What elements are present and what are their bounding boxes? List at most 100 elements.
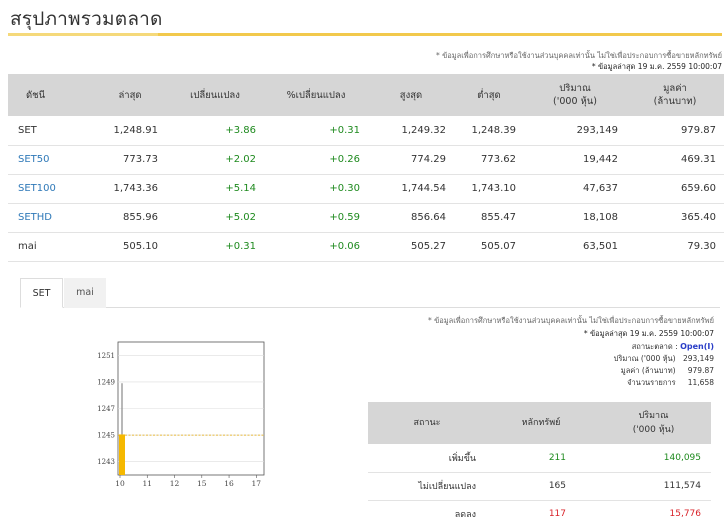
chart-x-tick-label: 17 <box>252 479 262 488</box>
col-status: สถานะ <box>368 402 486 444</box>
last-value: 855.96 <box>94 203 166 233</box>
top-updated: * ข้อมูลล่าสุด 19 ม.ค. 2559 10:00:07 <box>591 62 722 71</box>
high-value: 1,249.32 <box>368 116 454 146</box>
table-row: mai 505.10 +0.31 +0.06 505.27 505.07 63,501 79.… <box>8 232 724 262</box>
volume-value: 63,501 <box>524 232 626 262</box>
market-value-value: 979.87 <box>687 366 714 375</box>
volume-value: 18,108 <box>524 203 626 233</box>
value-value: 469.31 <box>626 145 724 175</box>
breadth-count: 211 <box>486 444 596 473</box>
table-row: SET100 1,743.36 +5.14 +0.30 1,744.54 1,743.10… <box>8 174 724 204</box>
breadth-status: ลดลง <box>368 500 486 524</box>
col-securities: หลักทรัพย์ <box>486 402 596 444</box>
chart-y-tick-label: 1247 <box>97 405 115 413</box>
value-value: 365.40 <box>626 203 724 233</box>
tab-mai[interactable]: mai <box>64 278 106 308</box>
chart-y-tick-label: 1249 <box>97 378 115 386</box>
page-title: สรุปภาพรวมตลาด <box>10 8 163 30</box>
market-volume-label: ปริมาณ ('000 หุ้น) <box>613 354 676 363</box>
low-value: 1,248.39 <box>454 116 524 146</box>
pct-change-value: +0.30 <box>264 174 368 204</box>
market-volume-value: 293,149 <box>682 354 714 363</box>
change-value: +3.86 <box>166 116 264 146</box>
table-row: SETHD 855.96 +5.02 +0.59 856.64 855.47 18,108 3… <box>8 203 724 233</box>
market-value-row: มูลค่า (ล้านบาท) 979.87 <box>621 365 714 377</box>
right-disclaimer: * ข้อมูลเพื่อการศึกษาหรือใช้งานส่วนบุคคล… <box>427 316 714 325</box>
low-value: 1,743.10 <box>454 174 524 204</box>
market-value-label: มูลค่า (ล้านบาท) <box>620 366 676 375</box>
chart-bar <box>119 434 125 475</box>
market-trades-value: 11,658 <box>687 378 714 387</box>
col-breadth-volume: ปริมาณ ('000 หุ้น) <box>596 402 711 444</box>
breadth-table: สถานะ หลักทรัพย์ ปริมาณ ('000 หุ้น) เพิ่ม… <box>368 402 711 524</box>
pct-change-value: +0.26 <box>264 145 368 175</box>
breadth-volume: 15,776 <box>596 500 711 524</box>
chart-x-tick-label: 11 <box>142 479 152 488</box>
value-value: 659.60 <box>626 174 724 204</box>
value-value: 79.30 <box>626 232 724 262</box>
change-value: +5.14 <box>166 174 264 204</box>
last-value: 773.73 <box>94 145 166 175</box>
breadth-table-header: สถานะ หลักทรัพย์ ปริมาณ ('000 หุ้น) <box>368 402 711 444</box>
intraday-chart: 1251 1249 1247 1245 1243 10 11 12 15 16 17 <box>83 334 273 494</box>
right-updated: * ข้อมูลล่าสุด 19 ม.ค. 2559 10:00:07 <box>583 329 714 338</box>
index-name[interactable]: SETHD <box>8 203 94 233</box>
index-name[interactable]: SET50 <box>8 145 94 175</box>
change-value: +2.02 <box>166 145 264 175</box>
high-value: 856.64 <box>368 203 454 233</box>
col-volume: ปริมาณ ('000 หุ้น) <box>524 74 626 116</box>
col-change: เปลี่ยนแปลง <box>166 74 264 116</box>
table-row: SET50 773.73 +2.02 +0.26 774.29 773.62 19,442 4… <box>8 145 724 175</box>
last-value: 1,248.91 <box>94 116 166 146</box>
low-value: 505.07 <box>454 232 524 262</box>
market-volume-row: ปริมาณ ('000 หุ้น) 293,149 <box>614 353 714 365</box>
title-underline <box>8 33 722 36</box>
breadth-volume: 111,574 <box>596 472 711 501</box>
market-status-value: Open(I) <box>680 342 714 351</box>
volume-value: 293,149 <box>524 116 626 146</box>
col-value: มูลค่า (ล้านบาท) <box>626 74 724 116</box>
pct-change-value: +0.59 <box>264 203 368 233</box>
index-table: ดัชนี ล่าสุด เปลี่ยนแปลง %เปลี่ยนแปลง สู… <box>8 74 724 262</box>
index-name: mai <box>8 232 94 262</box>
low-value: 773.62 <box>454 145 524 175</box>
market-trades-row: จำนวนรายการ 11,658 <box>627 377 714 389</box>
breadth-volume: 140,095 <box>596 444 711 473</box>
pct-change-value: +0.06 <box>264 232 368 262</box>
value-value: 979.87 <box>626 116 724 146</box>
breadth-count: 117 <box>486 500 596 524</box>
index-table-header: ดัชนี ล่าสุด เปลี่ยนแปลง %เปลี่ยนแปลง สู… <box>8 74 724 116</box>
volume-value: 47,637 <box>524 174 626 204</box>
chart-x-tick-label: 12 <box>170 479 180 488</box>
index-name[interactable]: SET100 <box>8 174 94 204</box>
breadth-status: เพิ่มขึ้น <box>368 444 486 473</box>
breadth-row: ไม่เปลี่ยนแปลง 165 111,574 <box>368 472 711 501</box>
breadth-count: 165 <box>486 472 596 501</box>
index-name: SET <box>8 116 94 146</box>
breadth-row: เพิ่มขึ้น 211 140,095 <box>368 444 711 473</box>
chart-x-tick-label: 16 <box>224 479 234 488</box>
chart-y-tick-label: 1251 <box>97 352 115 360</box>
market-trades-label: จำนวนรายการ <box>627 378 676 387</box>
chart-x-tick-label: 10 <box>115 479 125 488</box>
col-low: ต่ำสุด <box>454 74 524 116</box>
volume-value: 19,442 <box>524 145 626 175</box>
chart-x-tick-label: 15 <box>197 479 207 488</box>
intraday-chart-svg: 1251 1249 1247 1245 1243 10 11 12 15 16 17 <box>97 341 265 488</box>
high-value: 774.29 <box>368 145 454 175</box>
col-high: สูงสุด <box>368 74 454 116</box>
low-value: 855.47 <box>454 203 524 233</box>
col-pct-change: %เปลี่ยนแปลง <box>264 74 368 116</box>
change-value: +0.31 <box>166 232 264 262</box>
market-status-row: สถานะตลาด : Open(I) <box>632 341 714 353</box>
chart-y-tick-label: 1245 <box>97 432 115 440</box>
table-row: SET 1,248.91 +3.86 +0.31 1,249.32 1,248.39 293… <box>8 116 724 146</box>
tab-set[interactable]: SET <box>20 278 63 308</box>
pct-change-value: +0.31 <box>264 116 368 146</box>
col-last: ล่าสุด <box>94 74 166 116</box>
last-value: 1,743.36 <box>94 174 166 204</box>
market-status-label: สถานะตลาด : <box>631 342 678 351</box>
high-value: 505.27 <box>368 232 454 262</box>
last-value: 505.10 <box>94 232 166 262</box>
chart-tabs: SET mai <box>20 278 720 308</box>
